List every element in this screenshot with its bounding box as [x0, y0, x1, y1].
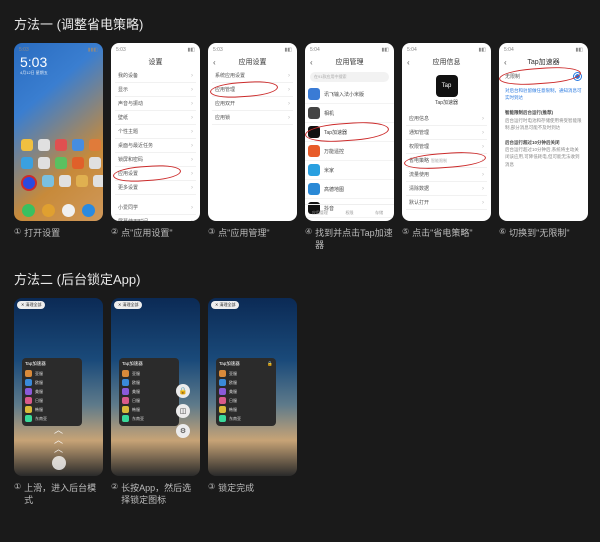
caption-2: ②点"应用设置": [111, 227, 173, 239]
method1-title: 方法一 (调整省电策略): [14, 14, 590, 33]
method1-row: 5:03▮▮◧ 5:034月12日 星期五: [14, 43, 590, 251]
swipe-up-icon: ︿︿︿: [48, 410, 70, 470]
screenshot-recents-longpress: ✕ 清理全部 Tap加速器 亚服 欧服 美服 日服 韩服 东南亚 🔒 ◫ ⚙: [111, 298, 200, 476]
locked-badge-icon: 🔒: [267, 361, 273, 367]
screenshot-appinfo: 5:04▮◧ ‹应用信息 TapTap加速器 应用信息› 通知管理› 权限管理›…: [402, 43, 491, 221]
screenshot-powerpolicy: 5:04▮◧ ‹Tap加速器 无限制 对后台和驻留做任意限制，通知消息可实时到达…: [499, 43, 588, 221]
screenshot-settings: 5:03▮◧ 设置 我的设备› 显示› 声音与振动› 壁纸› 个性主题› 桌面与…: [111, 43, 200, 221]
screenshot-home: 5:03▮▮◧ 5:034月12日 星期五: [14, 43, 103, 221]
method2-row: ✕ 清理全部 Tap加速器 亚服 欧服 美服 日服 韩服 东南亚 ︿︿︿ ①上滑…: [14, 298, 590, 506]
lock-icon[interactable]: 🔒: [176, 384, 190, 398]
method2-title: 方法二 (后台锁定App): [14, 269, 590, 288]
caption-3: ③点"应用管理": [208, 227, 270, 239]
caption-5: ⑤点击"省电策略": [402, 227, 473, 239]
screenshot-recents-swipe: ✕ 清理全部 Tap加速器 亚服 欧服 美服 日服 韩服 东南亚 ︿︿︿: [14, 298, 103, 476]
screenshot-appmanager: 5:04▮◧ ‹应用管理 在91款应用中搜索 讯飞输入法小米版 相机 Tap加速…: [305, 43, 394, 221]
screenshot-recents-locked: ✕ 清理全部 Tap加速器🔒 亚服 欧服 美服 日服 韩服 东南亚: [208, 298, 297, 476]
clear-all-pill[interactable]: ✕ 清理全部: [17, 301, 45, 309]
m2-caption-1: ①上滑，进入后台模式: [14, 482, 103, 506]
clear-all-pill[interactable]: ✕ 清理全部: [114, 301, 142, 309]
split-icon[interactable]: ◫: [176, 404, 190, 418]
caption-1: ①打开设置: [14, 227, 60, 239]
clear-all-pill[interactable]: ✕ 清理全部: [211, 301, 239, 309]
m2-caption-2: ②长按App，然后选择锁定图标: [111, 482, 200, 506]
caption-4: ④找到并点击Tap加速器: [305, 227, 394, 251]
m2-caption-3: ③锁定完成: [208, 482, 254, 494]
caption-6: ⑥切换到"无限制": [499, 227, 570, 239]
screenshot-appsettings: 5:03▮◧ ‹应用设置 系统应用设置› 应用管理› 应用双开› 应用锁›: [208, 43, 297, 221]
settings-icon[interactable]: ⚙: [176, 424, 190, 438]
